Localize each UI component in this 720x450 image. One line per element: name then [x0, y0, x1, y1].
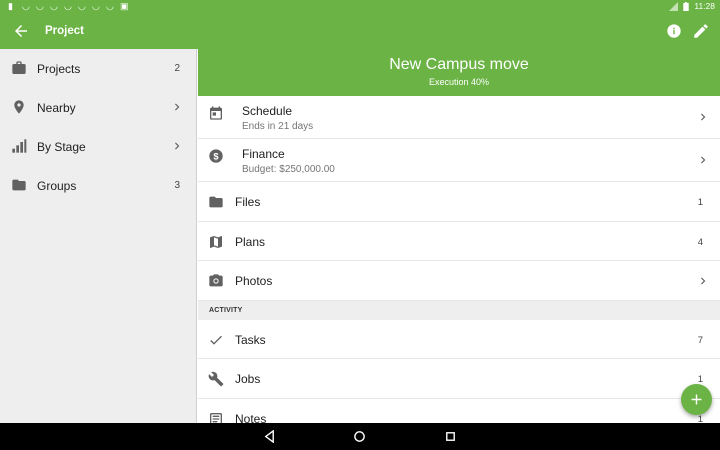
tasks-count: 7 [697, 334, 703, 346]
jobs-row[interactable]: Jobs 1 [198, 359, 720, 399]
finance-subtitle: Budget: $250,000.00 [242, 164, 335, 175]
no-signal-icon [669, 1, 679, 11]
notes-row[interactable]: Notes 1 [198, 398, 720, 424]
notification-icon: ▣ [120, 1, 129, 11]
photos-label: Photos [235, 274, 273, 288]
battery-icon [683, 1, 690, 11]
sidebar-item-count: 3 [174, 180, 180, 191]
recents-square-icon[interactable] [444, 430, 457, 443]
note-icon [210, 412, 222, 423]
chevron-right-icon [701, 113, 706, 121]
sidebar-item-count: 2 [174, 63, 180, 74]
chevron-right-icon [175, 142, 180, 150]
status-time: 11:28 [694, 1, 715, 11]
toolbar-title: Project [45, 25, 84, 37]
info-icon[interactable] [666, 23, 682, 39]
schedule-subtitle: Ends in 21 days [242, 121, 314, 132]
chevron-right-icon [701, 277, 706, 285]
app-screen: ▮ ◡ ◡ ◡ ◡ ◡ ◡ ◡ ▣ 11:28 Project Projects… [0, 0, 720, 450]
project-detail: New Campus move Execution 40% Schedule E… [198, 49, 720, 423]
notification-icon: ◡ [92, 1, 100, 11]
back-arrow-icon[interactable] [12, 22, 30, 40]
tasks-row[interactable]: Tasks 7 [198, 319, 720, 359]
sidebar: Projects 2 Nearby By Stage Groups 3 [0, 49, 197, 423]
add-fab-button[interactable] [681, 384, 712, 415]
chevron-right-icon [701, 156, 706, 164]
notification-icon: ◡ [64, 1, 72, 11]
calendar-icon [210, 106, 222, 120]
sidebar-item-groups[interactable]: Groups 3 [0, 166, 196, 205]
app-toolbar: Project [0, 13, 720, 49]
svg-text:$: $ [213, 151, 219, 161]
plans-label: Plans [235, 234, 266, 249]
project-status: Execution 40% [428, 77, 490, 87]
bar-chart-icon [12, 139, 27, 153]
notes-label: Notes [235, 411, 267, 424]
notification-icon: ◡ [106, 1, 114, 11]
notification-icon: ◡ [50, 1, 58, 11]
notification-icons: ▮ ◡ ◡ ◡ ◡ ◡ ◡ ◡ ▣ [8, 1, 129, 11]
jobs-label: Jobs [235, 372, 261, 386]
sidebar-item-label: Groups [37, 179, 77, 193]
plans-row[interactable]: Plans 4 [198, 221, 720, 261]
folder-icon [12, 179, 26, 191]
notification-icon: ◡ [36, 1, 44, 11]
plus-icon [691, 394, 702, 405]
finance-row[interactable]: $ Finance Budget: $250,000.00 [198, 139, 720, 182]
sidebar-item-projects[interactable]: Projects 2 [0, 49, 196, 88]
status-bar: ▮ ◡ ◡ ◡ ◡ ◡ ◡ ◡ ▣ 11:28 [0, 0, 720, 13]
chevron-right-icon [175, 103, 180, 111]
dollar-coin-icon: $ [209, 149, 223, 163]
notes-count: 1 [697, 413, 703, 424]
sidebar-item-label: By Stage [37, 140, 86, 154]
activity-section-header: ACTIVITY [198, 300, 720, 320]
photos-row[interactable]: Photos [198, 261, 720, 301]
schedule-label: Schedule [242, 104, 293, 118]
project-name: New Campus move [389, 56, 529, 73]
files-row[interactable]: Files 1 [198, 182, 720, 222]
map-icon [210, 235, 222, 248]
sidebar-item-by-stage[interactable]: By Stage [0, 127, 196, 166]
checkmark-icon [210, 335, 222, 345]
notification-icon: ◡ [22, 1, 30, 11]
system-navigation-bar [0, 423, 720, 450]
tasks-label: Tasks [235, 332, 266, 347]
wrench-icon [208, 371, 224, 387]
sidebar-item-nearby[interactable]: Nearby [0, 88, 196, 127]
plans-count: 4 [697, 236, 703, 248]
finance-label: Finance [242, 147, 285, 161]
schedule-row[interactable]: Schedule Ends in 21 days [198, 96, 720, 139]
home-circle-icon[interactable] [353, 430, 366, 443]
folder-icon [209, 196, 223, 208]
project-header: New Campus move Execution 40% [198, 49, 720, 96]
notification-icon: ▮ [8, 1, 13, 11]
briefcase-icon [12, 61, 26, 74]
camera-icon [209, 274, 223, 287]
location-pin-icon [14, 100, 24, 114]
notification-icon: ◡ [78, 1, 86, 11]
files-label: Files [235, 195, 261, 209]
sidebar-item-label: Nearby [37, 101, 76, 115]
edit-pencil-icon[interactable] [692, 22, 710, 40]
files-count: 1 [697, 197, 703, 208]
back-triangle-icon[interactable] [263, 430, 276, 443]
sidebar-item-label: Projects [37, 62, 81, 76]
